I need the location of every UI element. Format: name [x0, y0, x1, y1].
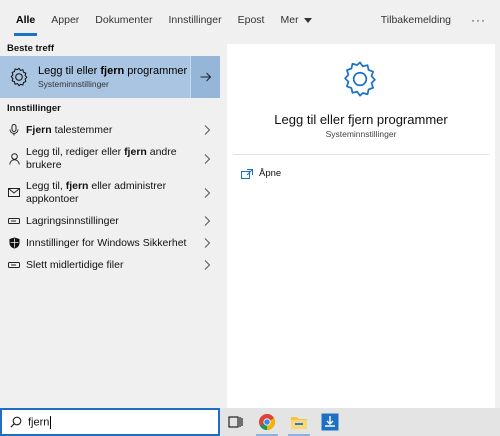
- person-icon: [8, 153, 20, 165]
- shield-icon: [8, 237, 20, 249]
- search-query: fjern: [28, 415, 52, 429]
- best-match-subtitle: Systeminnstillinger: [38, 79, 109, 89]
- taskbar: fjern: [0, 408, 500, 436]
- storage-icon: [8, 259, 20, 271]
- task-view-icon[interactable]: [226, 413, 244, 431]
- file-explorer-icon[interactable]: [290, 413, 308, 431]
- best-match-heading: Beste treff: [7, 42, 54, 54]
- settings-heading: Innstillinger: [7, 102, 61, 114]
- chrome-icon[interactable]: [258, 413, 276, 431]
- search-input[interactable]: fjern: [0, 408, 220, 436]
- result-app-accounts[interactable]: Legg til, fjern eller administrer appkon…: [0, 176, 220, 210]
- tab-label: Epost: [237, 14, 265, 26]
- preview-pane: Legg til eller fjern programmer Systemin…: [227, 44, 495, 408]
- preview-title: Legg til eller fjern programmer: [274, 112, 448, 127]
- microphone-icon: [8, 124, 20, 136]
- arrow-right-icon: [200, 72, 211, 82]
- result-label: Lagringsinnstillinger: [26, 214, 119, 227]
- open-preview-button[interactable]: [190, 56, 220, 98]
- result-label: Fjern talestemmer: [26, 123, 113, 136]
- result-other-users[interactable]: Legg til, rediger eller fjern andre bruk…: [0, 142, 220, 176]
- result-remove-voices[interactable]: Fjern talestemmer: [0, 118, 220, 142]
- storage-icon: [8, 215, 20, 227]
- result-storage-settings[interactable]: Lagringsinnstillinger: [0, 210, 220, 232]
- divider: [233, 154, 489, 155]
- search-icon: [10, 416, 22, 428]
- feedback-button[interactable]: Tilbakemelding: [369, 14, 463, 26]
- more-options-button[interactable]: ···: [463, 13, 500, 27]
- preview-subtitle: Systeminnstillinger: [325, 129, 397, 139]
- tab-label: Apper: [51, 14, 80, 26]
- open-icon: [241, 168, 253, 179]
- result-label: Innstillinger for Windows Sikkerhet: [26, 236, 187, 249]
- tab-bar: Alle Apper Dokumenter Innstillinger Epos…: [0, 0, 500, 40]
- tab-apps[interactable]: Apper: [43, 0, 87, 40]
- gear-icon: [344, 61, 376, 97]
- chevron-down-icon: [303, 17, 312, 23]
- search-window: Alle Apper Dokumenter Innstillinger Epos…: [0, 0, 500, 408]
- app-icon[interactable]: [321, 413, 339, 431]
- result-label: Slett midlertidige filer: [26, 258, 124, 271]
- open-action[interactable]: Åpne: [241, 168, 281, 179]
- result-label: Legg til, rediger eller fjern andre bruk…: [26, 146, 177, 171]
- chevron-right-icon: [204, 125, 211, 135]
- tab-label: Alle: [16, 14, 36, 26]
- tab-more[interactable]: Mer: [272, 0, 319, 40]
- chevron-right-icon: [204, 260, 211, 270]
- results-list: Beste treff Legg til eller fjern program…: [0, 40, 220, 408]
- tab-label: Mer: [280, 14, 299, 26]
- best-match-result[interactable]: Legg til eller fjern programmer Systemin…: [0, 56, 220, 98]
- result-label: Legg til, fjern eller administrer appkon…: [26, 180, 167, 205]
- tab-label: Innstillinger: [168, 14, 222, 26]
- result-delete-temp-files[interactable]: Slett midlertidige filer: [0, 254, 220, 276]
- tab-documents[interactable]: Dokumenter: [87, 0, 160, 40]
- tab-email[interactable]: Epost: [230, 0, 273, 40]
- gear-icon: [10, 67, 28, 87]
- chevron-right-icon: [204, 216, 211, 226]
- mail-icon: [8, 187, 20, 199]
- best-match-title: Legg til eller fjern programmer: [38, 65, 188, 77]
- chevron-right-icon: [204, 154, 211, 164]
- open-label: Åpne: [259, 168, 282, 179]
- tab-all[interactable]: Alle: [8, 0, 43, 40]
- tab-settings[interactable]: Innstillinger: [161, 0, 230, 40]
- chevron-right-icon: [204, 188, 211, 198]
- tab-label: Dokumenter: [95, 14, 153, 26]
- chevron-right-icon: [204, 238, 211, 248]
- result-windows-security[interactable]: Innstillinger for Windows Sikkerhet: [0, 232, 220, 254]
